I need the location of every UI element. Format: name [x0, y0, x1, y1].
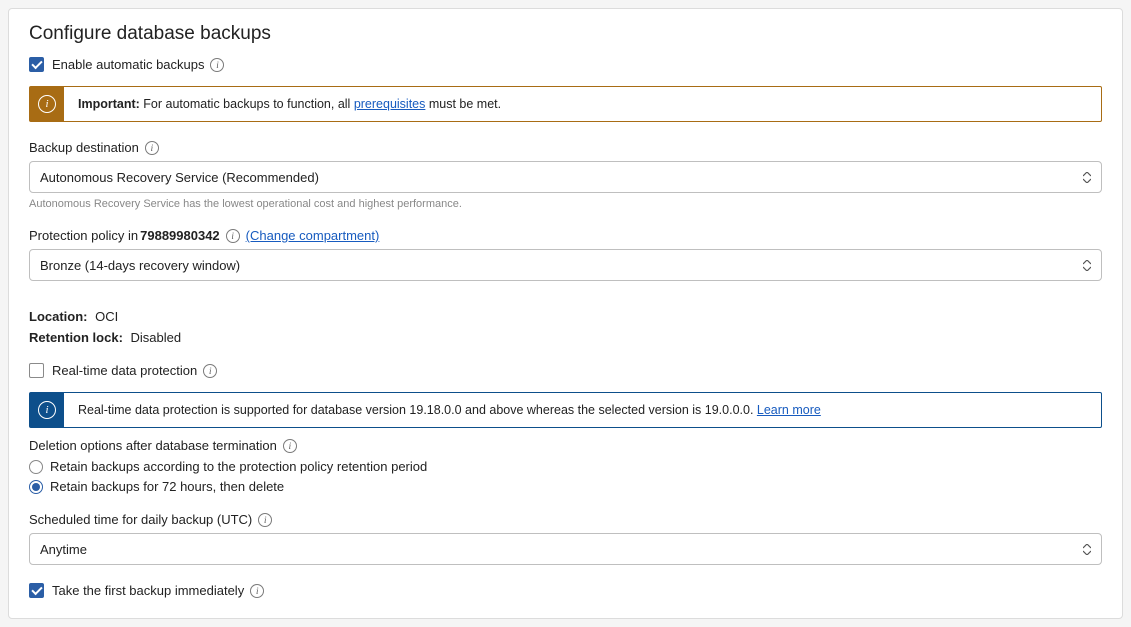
- change-compartment-link[interactable]: (Change compartment): [246, 228, 380, 243]
- info-icon[interactable]: i: [203, 364, 217, 378]
- first-backup-label: Take the first backup immediately: [52, 583, 244, 598]
- compartment-id: 79889980342: [140, 228, 220, 243]
- realtime-data-protection-label: Real-time data protection: [52, 363, 197, 378]
- protection-policy-value: Bronze (14-days recovery window): [40, 258, 240, 273]
- protection-policy-select[interactable]: Bronze (14-days recovery window): [29, 249, 1102, 281]
- chevron-updown-icon: [1083, 172, 1091, 183]
- realtime-alert-body: Real-time data protection is supported f…: [64, 393, 1101, 427]
- scheduled-time-value: Anytime: [40, 542, 87, 557]
- important-text-1: For automatic backups to function, all: [140, 97, 354, 111]
- enable-automatic-backups-row: Enable automatic backups i: [29, 57, 1102, 72]
- info-icon[interactable]: i: [226, 229, 240, 243]
- deletion-option-retain-72h[interactable]: Retain backups for 72 hours, then delete: [29, 479, 1102, 494]
- radio-button: [29, 480, 43, 494]
- important-label: Important:: [78, 97, 140, 111]
- scheduled-time-select[interactable]: Anytime: [29, 533, 1102, 565]
- chevron-updown-icon: [1083, 260, 1091, 271]
- retention-lock-value: Disabled: [131, 330, 182, 345]
- backup-destination-label: Backup destination i: [29, 140, 1102, 155]
- page-title: Configure database backups: [29, 23, 1102, 45]
- info-icon[interactable]: i: [210, 58, 224, 72]
- realtime-data-protection-row: Real-time data protection i: [29, 363, 1102, 378]
- enable-automatic-backups-label: Enable automatic backups: [52, 57, 204, 72]
- important-alert: i Important: For automatic backups to fu…: [29, 86, 1102, 122]
- location-row: Location: OCI: [29, 309, 1102, 324]
- backup-destination-value: Autonomous Recovery Service (Recommended…: [40, 170, 319, 185]
- retention-lock-row: Retention lock: Disabled: [29, 330, 1102, 345]
- deletion-options-label: Deletion options after database terminat…: [29, 438, 1102, 453]
- realtime-data-protection-checkbox[interactable]: [29, 363, 44, 378]
- alert-icon: i: [30, 393, 64, 427]
- deletion-option-retain-policy[interactable]: Retain backups according to the protecti…: [29, 459, 1102, 474]
- realtime-alert: i Real-time data protection is supported…: [29, 392, 1102, 428]
- important-alert-body: Important: For automatic backups to func…: [64, 87, 1101, 121]
- scheduled-time-label: Scheduled time for daily backup (UTC) i: [29, 512, 1102, 527]
- info-icon[interactable]: i: [145, 141, 159, 155]
- alert-icon: i: [30, 87, 64, 121]
- backup-destination-select[interactable]: Autonomous Recovery Service (Recommended…: [29, 161, 1102, 193]
- protection-policy-label: Protection policy in 79889980342 i (Chan…: [29, 228, 1102, 243]
- info-icon[interactable]: i: [250, 584, 264, 598]
- info-icon[interactable]: i: [258, 513, 272, 527]
- first-backup-checkbox[interactable]: [29, 583, 44, 598]
- chevron-updown-icon: [1083, 544, 1091, 555]
- configure-database-backups-panel: Configure database backups Enable automa…: [8, 8, 1123, 619]
- learn-more-link[interactable]: Learn more: [757, 403, 821, 417]
- important-text-2: must be met.: [425, 97, 501, 111]
- location-value: OCI: [95, 309, 118, 324]
- radio-button: [29, 460, 43, 474]
- enable-automatic-backups-checkbox[interactable]: [29, 57, 44, 72]
- backup-destination-help: Autonomous Recovery Service has the lowe…: [29, 198, 1102, 210]
- first-backup-row: Take the first backup immediately i: [29, 583, 1102, 598]
- info-icon[interactable]: i: [283, 439, 297, 453]
- prerequisites-link[interactable]: prerequisites: [354, 97, 426, 111]
